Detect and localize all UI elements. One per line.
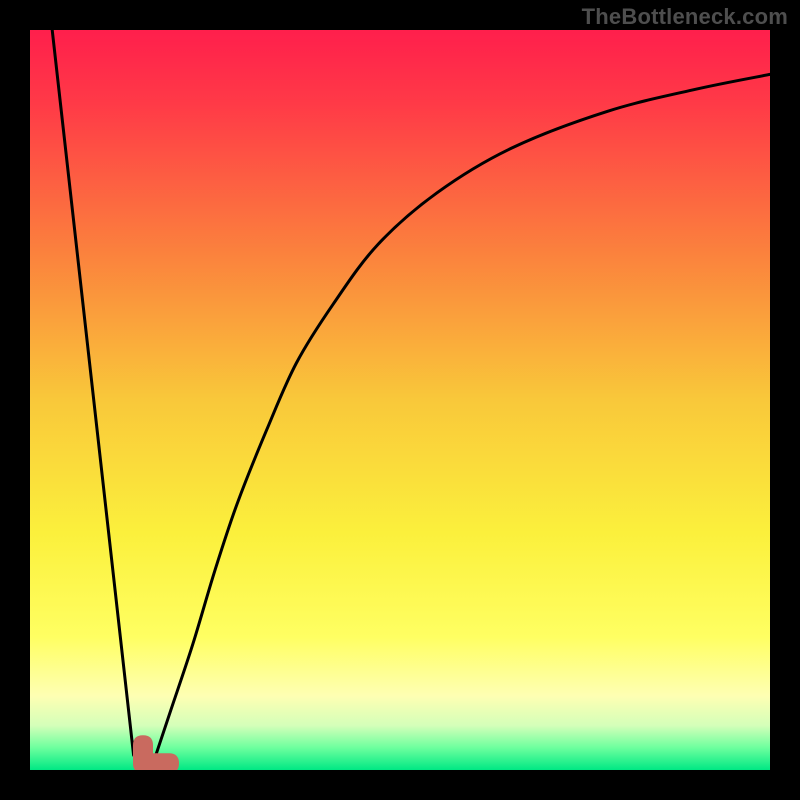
watermark-text: TheBottleneck.com: [582, 4, 788, 30]
bottleneck-chart: [30, 30, 770, 770]
plot-area: [30, 30, 770, 770]
chart-frame: TheBottleneck.com: [0, 0, 800, 800]
gradient-background: [30, 30, 770, 770]
